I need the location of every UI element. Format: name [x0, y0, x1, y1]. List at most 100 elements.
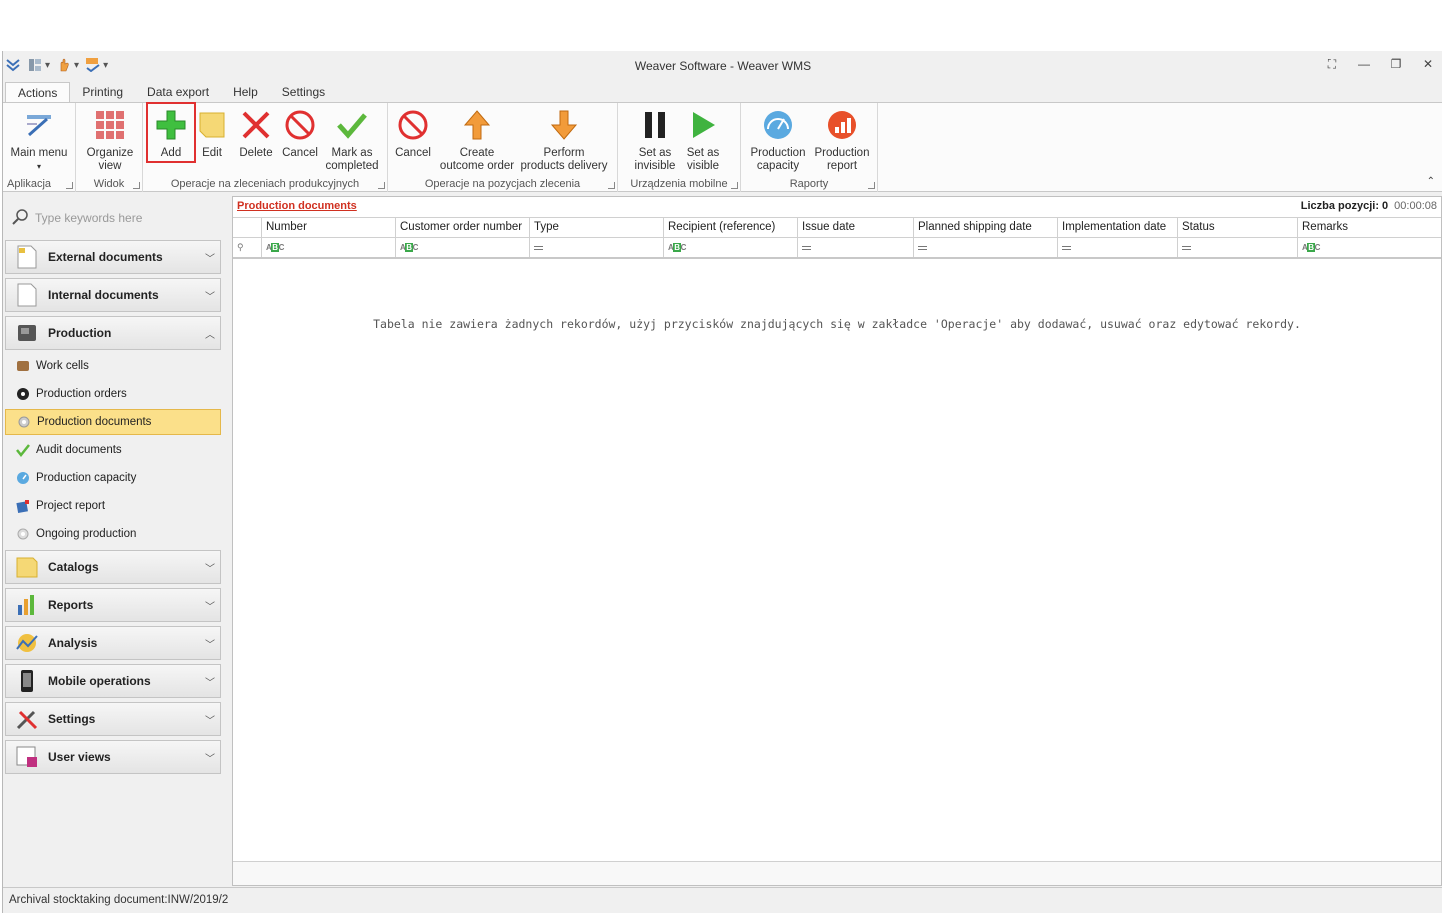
nav-group-production[interactable]: Production ︿	[5, 316, 221, 350]
sidebar-item-production-orders[interactable]: Production orders	[5, 381, 221, 407]
nav-group-settings[interactable]: Settings ﹀	[5, 702, 221, 736]
tab-actions[interactable]: Actions	[5, 82, 71, 103]
perform-delivery-label: Perform products delivery	[520, 147, 608, 172]
column-header-remarks[interactable]: Remarks	[1298, 218, 1441, 237]
column-header-customer-order-number[interactable]: Customer order number	[396, 218, 530, 237]
sidebar-item-audit-documents[interactable]: Audit documents	[5, 437, 221, 463]
production-documents-link[interactable]: Production documents	[237, 200, 357, 212]
production-capacity-button[interactable]: Production capacity	[747, 107, 809, 173]
nav-group-label: Production	[48, 326, 112, 340]
filter-number[interactable]: ABC	[262, 238, 396, 257]
column-header-status[interactable]: Status	[1178, 218, 1298, 237]
filter-implementation-date[interactable]	[1058, 238, 1178, 257]
grid-footer	[233, 861, 1441, 885]
chevron-down-icon: ﹀	[205, 753, 215, 765]
filter-remarks[interactable]: ABC	[1298, 238, 1441, 257]
tab-help[interactable]: Help	[221, 82, 270, 103]
nav-group-internal-documents[interactable]: Internal documents ﹀	[5, 278, 221, 312]
orders-icon	[15, 386, 31, 402]
record-count: Liczba pozycji: 0 00:00:08	[1301, 200, 1437, 212]
filter-type[interactable]	[530, 238, 664, 257]
column-header-implementation-date[interactable]: Implementation date	[1058, 218, 1178, 237]
group-launcher-icon[interactable]	[66, 182, 73, 189]
filter-planned-shipping-date[interactable]	[914, 238, 1058, 257]
minimize-button[interactable]: —	[1357, 57, 1371, 71]
organize-view-label: Organize view	[86, 147, 134, 172]
elapsed-time: 00:00:08	[1394, 200, 1437, 212]
nav-group-external-documents[interactable]: External documents ﹀	[5, 240, 221, 274]
grid-icon	[92, 107, 128, 143]
group-launcher-icon[interactable]	[133, 182, 140, 189]
set-visible-button[interactable]: Set as visible	[682, 107, 724, 173]
user-views-icon	[14, 744, 40, 770]
mark-completed-label: Mark as completed	[325, 147, 379, 172]
play-icon	[685, 107, 721, 143]
tab-settings[interactable]: Settings	[270, 82, 337, 103]
column-header-recipient[interactable]: Recipient (reference)	[664, 218, 798, 237]
sidebar-item-production-capacity[interactable]: Production capacity	[5, 465, 221, 491]
filter-recipient[interactable]: ABC	[664, 238, 798, 257]
sidebar-item-work-cells[interactable]: Work cells	[5, 353, 221, 379]
delete-label: Delete	[239, 147, 273, 159]
restore-button[interactable]: ❐	[1389, 57, 1403, 71]
set-invisible-button[interactable]: Set as invisible	[632, 107, 678, 173]
group-launcher-icon[interactable]	[731, 182, 738, 189]
group-launcher-icon[interactable]	[378, 182, 385, 189]
sidebar-item-label: Production capacity	[36, 472, 137, 484]
tab-printing[interactable]: Printing	[70, 82, 135, 103]
sidebar-item-project-report[interactable]: Project report	[5, 493, 221, 519]
group-view: Organize view Widok	[76, 103, 143, 192]
group-reports-caption: Raporty	[789, 178, 829, 190]
sidebar-item-production-documents[interactable]: Production documents	[5, 409, 221, 435]
nav-group-mobile-operations[interactable]: Mobile operations ﹀	[5, 664, 221, 698]
pause-icon	[637, 107, 673, 143]
mark-completed-button[interactable]: Mark as completed	[323, 107, 381, 173]
grid-header-bar: Production documents Liczba pozycji: 0 00…	[233, 197, 1441, 215]
filter-pin-icon: ⚲	[233, 238, 262, 257]
group-launcher-icon[interactable]	[868, 182, 875, 189]
bar-chart-icon	[14, 592, 40, 618]
cancel-button[interactable]: Cancel	[279, 107, 321, 160]
column-header-planned-shipping-date[interactable]: Planned shipping date	[914, 218, 1058, 237]
arrow-up-icon	[459, 107, 495, 143]
create-outcome-order-button[interactable]: Create outcome order	[438, 107, 516, 173]
focus-icon[interactable]: ⛶	[1325, 57, 1339, 71]
production-report-button[interactable]: Production report	[811, 107, 873, 173]
chevron-down-icon: ﹀	[205, 253, 215, 265]
close-button[interactable]: ✕	[1421, 57, 1435, 71]
prohibited-icon	[395, 107, 431, 143]
column-header-issue-date[interactable]: Issue date	[798, 218, 914, 237]
nav-group-user-views[interactable]: User views ﹀	[5, 740, 221, 774]
chevron-down-icon: ﹀	[205, 601, 215, 613]
collapse-ribbon-icon[interactable]: ⌃	[1427, 176, 1435, 187]
tab-data-export[interactable]: Data export	[135, 82, 221, 103]
sidebar-item-ongoing-production[interactable]: Ongoing production	[5, 521, 221, 547]
nav-group-reports[interactable]: Reports ﹀	[5, 588, 221, 622]
filter-status[interactable]	[1178, 238, 1298, 257]
filter-issue-date[interactable]	[798, 238, 914, 257]
column-header-type[interactable]: Type	[530, 218, 664, 237]
title-bar: ▾ ▾ ▾ Weaver Software - Weaver WMS ⛶ — ❐…	[3, 51, 1442, 81]
nav-group-catalogs[interactable]: Catalogs ﹀	[5, 550, 221, 584]
group-launcher-icon[interactable]	[608, 182, 615, 189]
cancel-position-button[interactable]: Cancel	[392, 107, 434, 160]
gear-icon	[16, 414, 32, 430]
column-header-number[interactable]: Number	[262, 218, 396, 237]
sidebar-item-label: Production documents	[37, 416, 152, 428]
organize-view-button[interactable]: Organize view	[82, 107, 138, 173]
sidebar-item-label: Production orders	[36, 388, 127, 400]
text-filter-icon: ABC	[1302, 243, 1320, 252]
nav-group-analysis[interactable]: Analysis ﹀	[5, 626, 221, 660]
search-input[interactable]: Type keywords here	[11, 207, 221, 229]
group-orders-caption: Operacje na zleceniach produkcyjnych	[170, 178, 360, 190]
x-icon	[238, 107, 274, 143]
chevron-down-icon: ﹀	[205, 677, 215, 689]
filter-customer-order-number[interactable]: ABC	[396, 238, 530, 257]
row-indicator-header	[233, 218, 262, 237]
perform-delivery-button[interactable]: Perform products delivery	[520, 107, 608, 173]
delete-button[interactable]: Delete	[235, 107, 277, 160]
edit-button[interactable]: Edit	[195, 107, 229, 160]
nav-group-label: Internal documents	[48, 288, 159, 302]
project-report-icon	[15, 498, 31, 514]
main-menu-button[interactable]: Main menu ▾	[7, 107, 71, 173]
